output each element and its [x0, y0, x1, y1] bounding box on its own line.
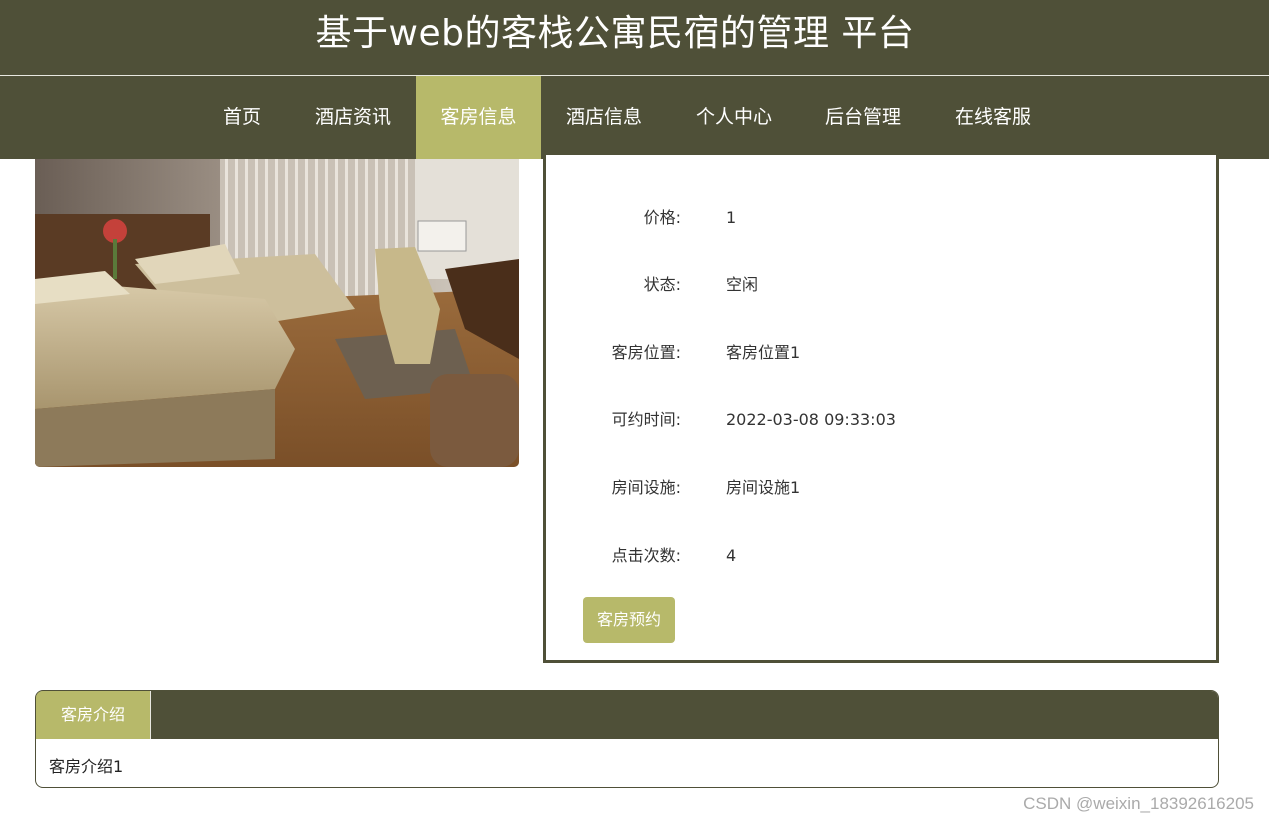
nav-item-room-info[interactable]: 客房信息: [416, 76, 541, 159]
nav-item-hotel-info[interactable]: 酒店信息: [549, 76, 659, 159]
nav-item-hotel-news[interactable]: 酒店资讯: [298, 76, 408, 159]
detail-value: 房间设施1: [726, 478, 801, 497]
detail-row-facilities: 房间设施: 房间设施1: [546, 473, 1216, 503]
nav-item-admin[interactable]: 后台管理: [808, 76, 918, 159]
book-room-button[interactable]: 客房预约: [583, 597, 675, 643]
room-details-panel: 价格: 1 状态: 空闲 客房位置: 客房位置1 可约时间: 2022-03-0…: [543, 155, 1219, 663]
detail-value: 空闲: [726, 275, 759, 294]
detail-value: 1: [726, 208, 737, 227]
detail-row-available-time: 可约时间: 2022-03-08 09:33:03: [546, 405, 1216, 435]
detail-label: 状态:: [643, 275, 681, 294]
detail-label: 点击次数:: [611, 546, 681, 565]
detail-label: 可约时间:: [611, 410, 681, 429]
intro-tab-bar: 客房介绍: [36, 691, 1218, 739]
detail-row-price: 价格: 1: [546, 203, 1216, 233]
watermark: CSDN @weixin_18392616205: [1023, 794, 1254, 813]
room-image: [35, 159, 519, 467]
room-photo: [35, 159, 519, 467]
main-nav: 首页 酒店资讯 客房信息 酒店信息 个人中心 后台管理 在线客服: [0, 76, 1269, 159]
detail-value: 2022-03-08 09:33:03: [726, 410, 896, 429]
detail-row-status: 状态: 空闲: [546, 270, 1216, 300]
site-title: 基于web的客栈公寓民宿的管理 平台: [315, 13, 915, 54]
room-intro-content: 客房介绍1: [49, 757, 124, 776]
detail-row-location: 客房位置: 客房位置1: [546, 338, 1216, 368]
detail-label: 房间设施:: [611, 478, 681, 497]
nav-item-personal-center[interactable]: 个人中心: [679, 76, 789, 159]
detail-value: 4: [726, 546, 737, 565]
detail-row-clicks: 点击次数: 4: [546, 541, 1216, 571]
tab-room-intro[interactable]: 客房介绍: [36, 691, 151, 739]
room-intro-section: 客房介绍 客房介绍1: [35, 690, 1219, 788]
nav-item-online-service[interactable]: 在线客服: [938, 76, 1048, 159]
detail-label: 价格:: [643, 208, 681, 227]
detail-value: 客房位置1: [726, 343, 801, 362]
site-header: 基于web的客栈公寓民宿的管理 平台: [0, 0, 1269, 76]
detail-label: 客房位置:: [611, 343, 681, 362]
nav-item-home[interactable]: 首页: [207, 76, 277, 159]
